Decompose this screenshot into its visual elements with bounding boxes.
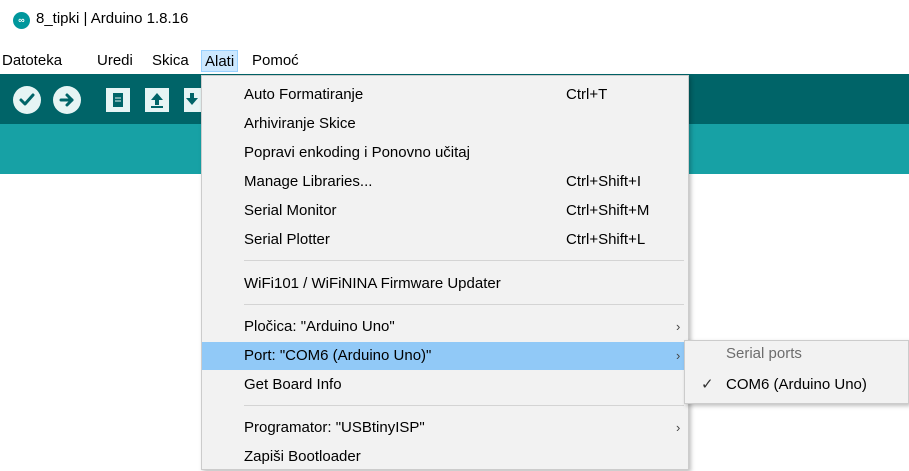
- menu-separator: [244, 405, 684, 406]
- menu-uredi[interactable]: Uredi: [97, 50, 133, 72]
- menu-item-serial-plotter[interactable]: Serial Plotter Ctrl+Shift+L: [202, 226, 688, 254]
- menu-item-label: Arhiviranje Skice: [244, 115, 356, 132]
- open-button[interactable]: [145, 88, 169, 112]
- save-icon: [186, 93, 198, 105]
- chevron-right-icon: ›: [676, 420, 681, 435]
- save-button[interactable]: [184, 88, 201, 112]
- menu-item-board[interactable]: Pločica: "Arduino Uno" ›: [202, 313, 688, 341]
- chevron-right-icon: ›: [676, 348, 681, 363]
- menu-item-label: Popravi enkoding i Ponovno učitaj: [244, 144, 470, 161]
- menu-item-label: Auto Formatiranje: [244, 86, 364, 103]
- chevron-right-icon: ›: [676, 319, 681, 334]
- menu-skica[interactable]: Skica: [152, 50, 189, 72]
- title-bar: ∞ 8_tipki | Arduino 1.8.16: [0, 0, 909, 40]
- new-icon: [113, 93, 123, 107]
- menu-item-shortcut: Ctrl+Shift+I: [566, 173, 642, 190]
- menu-item-label: WiFi101 / WiFiNINA Firmware Updater: [244, 275, 501, 292]
- menu-bar: Datoteka Uredi Skica Alati Pomoć: [0, 46, 909, 72]
- port-item-label: COM6 (Arduino Uno): [726, 376, 867, 393]
- menu-item-label: Programator: "USBtinyISP": [244, 419, 425, 436]
- menu-item-firmware-updater[interactable]: WiFi101 / WiFiNINA Firmware Updater: [202, 270, 688, 298]
- upload-button[interactable]: [53, 86, 81, 114]
- menu-item-fix-encoding[interactable]: Popravi enkoding i Ponovno učitaj: [202, 139, 688, 167]
- menu-item-label: Pločica: "Arduino Uno": [244, 318, 395, 335]
- menu-pomoc[interactable]: Pomoć: [252, 50, 299, 72]
- menu-item-archive-sketch[interactable]: Arhiviranje Skice: [202, 110, 688, 138]
- menu-item-get-board-info[interactable]: Get Board Info: [202, 371, 688, 399]
- menu-item-shortcut: Ctrl+Shift+M: [566, 202, 650, 219]
- menu-separator: [244, 260, 684, 261]
- menu-item-label: Get Board Info: [244, 376, 342, 393]
- checkmark-icon: ✓: [701, 376, 714, 393]
- new-button[interactable]: [106, 88, 130, 112]
- menu-item-burn-bootloader[interactable]: Zapiši Bootloader: [202, 443, 688, 471]
- menu-item-serial-monitor[interactable]: Serial Monitor Ctrl+Shift+M: [202, 197, 688, 225]
- menu-item-label: Serial Plotter: [244, 231, 330, 248]
- menu-item-shortcut: Ctrl+Shift+L: [566, 231, 646, 248]
- arduino-logo-icon: ∞: [13, 12, 30, 29]
- open-icon: [151, 93, 163, 108]
- port-item-com6[interactable]: ✓ COM6 (Arduino Uno): [685, 371, 908, 399]
- menu-datoteka[interactable]: Datoteka: [2, 50, 62, 72]
- menu-item-label: Manage Libraries...: [244, 173, 373, 190]
- menu-item-shortcut: Ctrl+T: [566, 86, 608, 103]
- menu-item-label: Zapiši Bootloader: [244, 448, 361, 465]
- submenu-header: Serial ports: [726, 345, 802, 362]
- verify-button[interactable]: [13, 86, 41, 114]
- upload-icon: [59, 93, 74, 107]
- verify-icon: [19, 93, 35, 106]
- menu-item-port[interactable]: Port: "COM6 (Arduino Uno)" ›: [202, 342, 688, 370]
- menu-item-programmer[interactable]: Programator: "USBtinyISP" ›: [202, 414, 688, 442]
- menu-item-manage-libraries[interactable]: Manage Libraries... Ctrl+Shift+I: [202, 168, 688, 196]
- menu-alati[interactable]: Alati: [201, 50, 239, 72]
- menu-item-auto-format[interactable]: Auto Formatiranje Ctrl+T: [202, 81, 688, 109]
- menu-item-label: Port: "COM6 (Arduino Uno)": [244, 347, 432, 364]
- menu-item-label: Serial Monitor: [244, 202, 337, 219]
- menu-separator: [244, 304, 684, 305]
- tools-menu-dropdown: Auto Formatiranje Ctrl+T Arhiviranje Ski…: [201, 75, 689, 470]
- port-submenu: Serial ports ✓ COM6 (Arduino Uno): [684, 340, 909, 404]
- window-title: 8_tipki | Arduino 1.8.16: [36, 10, 189, 27]
